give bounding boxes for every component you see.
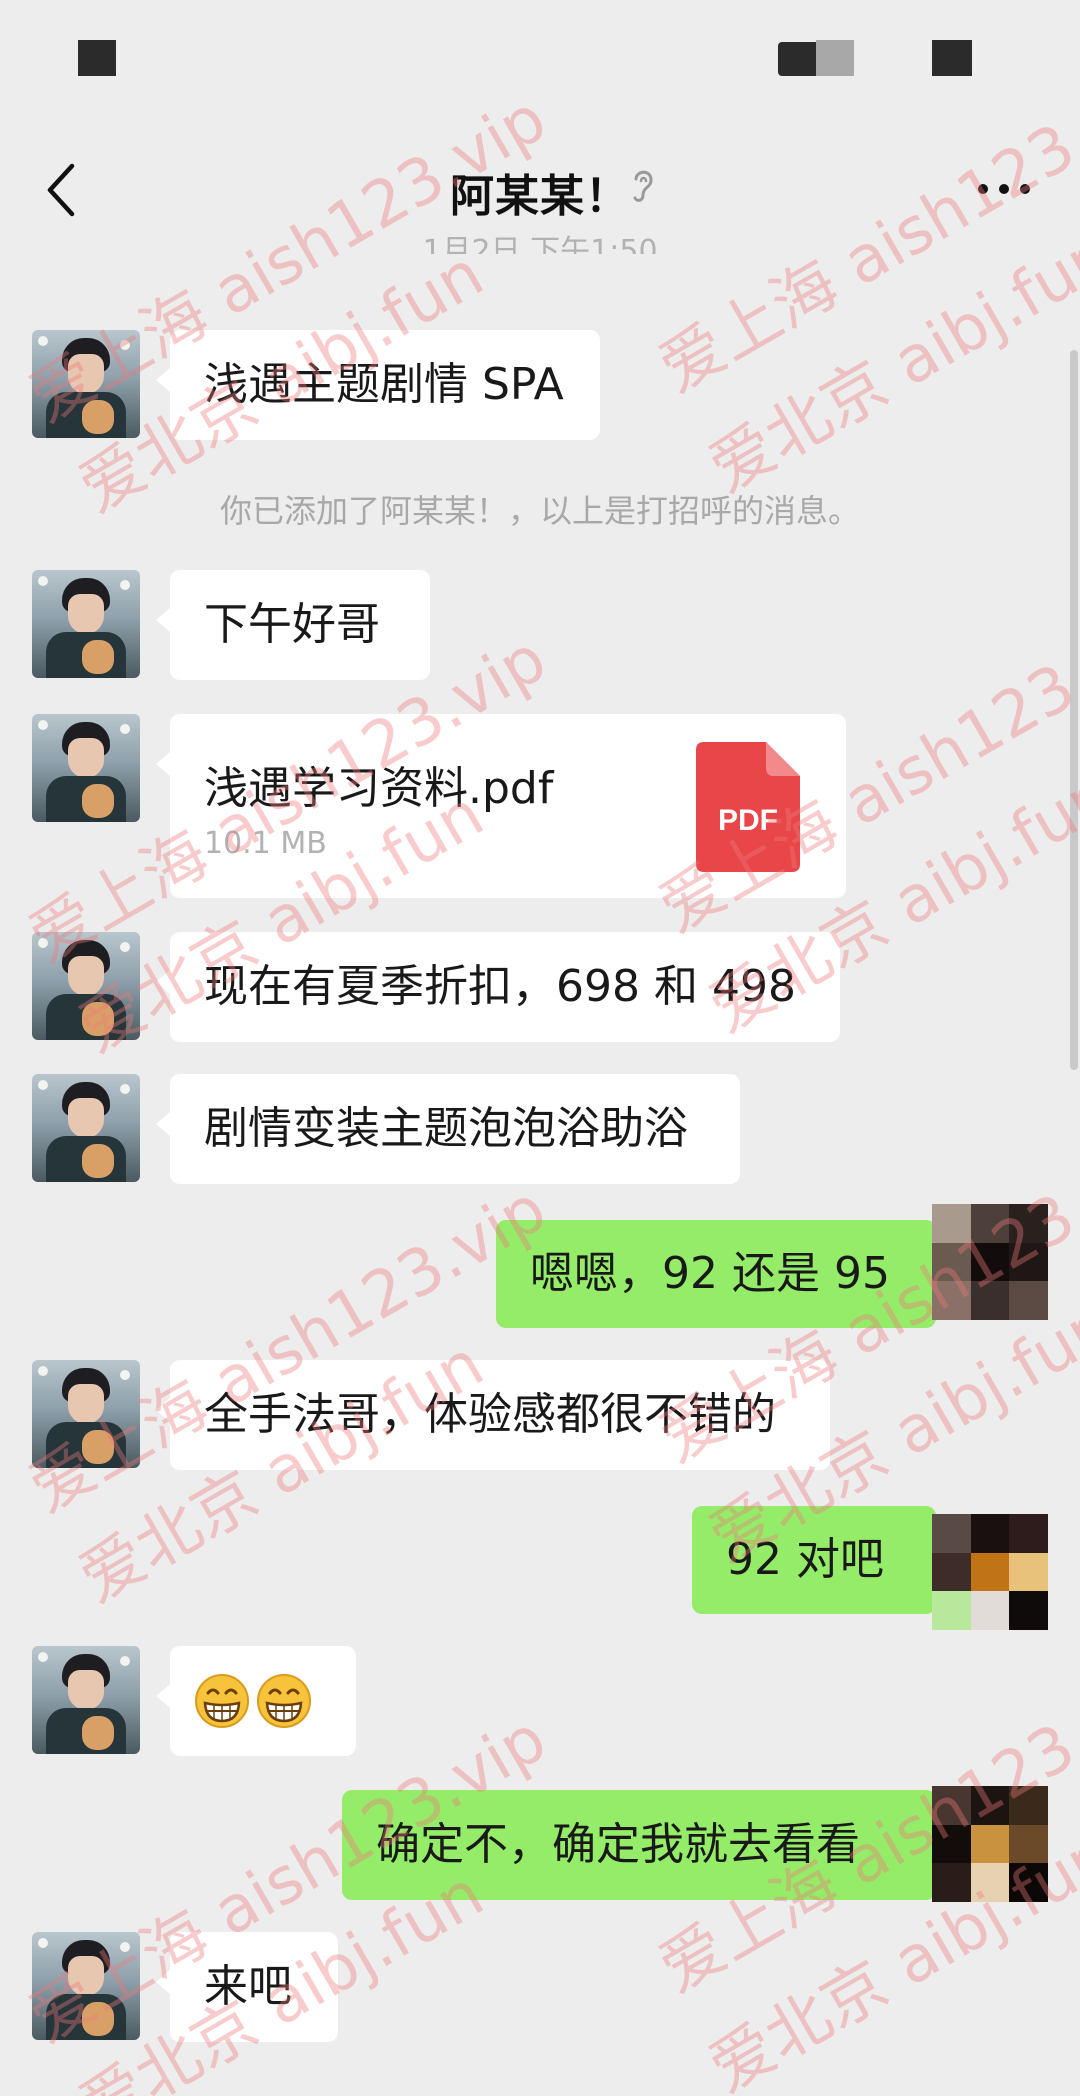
system-notice: 你已添加了阿某某！，以上是打招呼的消息。 [219,492,860,530]
message-bubble[interactable]: 全手法哥，体验感都很不错的 [156,1360,830,1470]
message-text: 剧情变装主题泡泡浴助浴 [204,1103,688,1154]
contact-avatar[interactable] [32,932,140,1040]
file-message-card[interactable]: 浅遇学习资料.pdf 10.1 MB PDF [156,714,846,898]
contact-avatar[interactable] [32,1932,140,2040]
contact-avatar[interactable] [32,714,140,822]
file-name: 浅遇学习资料.pdf [204,763,554,814]
message-bubble-outgoing[interactable]: 嗯嗯，92 还是 95 [496,1220,950,1328]
message-bubble[interactable]: 剧情变装主题泡泡浴助浴 [156,1074,740,1184]
grinning-face-icon [257,1674,311,1728]
message-bubble-outgoing[interactable]: 92 对吧 [692,1506,950,1614]
contact-avatar[interactable] [32,330,140,438]
pdf-file-icon: PDF [696,742,800,872]
message-bubble[interactable]: 来吧 [156,1932,338,2042]
message-text: 确定不，确定我就去看看 [376,1819,860,1870]
chat-message-list[interactable]: 浅遇主题剧情 SPA 你已添加了阿某某！，以上是打招呼的消息。 下午好哥 浅遇学… [0,0,1080,2096]
message-bubble[interactable] [156,1646,356,1756]
message-text: 92 对吧 [726,1534,884,1585]
file-size: 10.1 MB [204,826,327,861]
self-avatar[interactable] [932,1204,1048,1320]
grinning-face-icon [195,1674,249,1728]
message-bubble[interactable]: 下午好哥 [156,570,430,680]
contact-avatar[interactable] [32,1646,140,1754]
contact-avatar[interactable] [32,1360,140,1468]
pdf-badge-label: PDF [718,804,778,837]
message-text: 下午好哥 [204,599,380,650]
message-text: 全手法哥，体验感都很不错的 [204,1389,776,1440]
message-bubble[interactable]: 浅遇主题剧情 SPA [156,330,600,440]
message-text: 来吧 [204,1961,292,2012]
self-avatar[interactable] [932,1514,1048,1630]
message-text: 嗯嗯，92 还是 95 [530,1248,890,1299]
message-text: 浅遇主题剧情 SPA [204,359,564,410]
message-bubble-outgoing[interactable]: 确定不，确定我就去看看 [342,1790,950,1900]
contact-avatar[interactable] [32,570,140,678]
message-text: 现在有夏季折扣，698 和 498 [204,961,796,1012]
message-bubble[interactable]: 现在有夏季折扣，698 和 498 [156,932,840,1042]
self-avatar[interactable] [932,1786,1048,1902]
contact-avatar[interactable] [32,1074,140,1182]
scrollbar[interactable] [1070,350,1078,1070]
